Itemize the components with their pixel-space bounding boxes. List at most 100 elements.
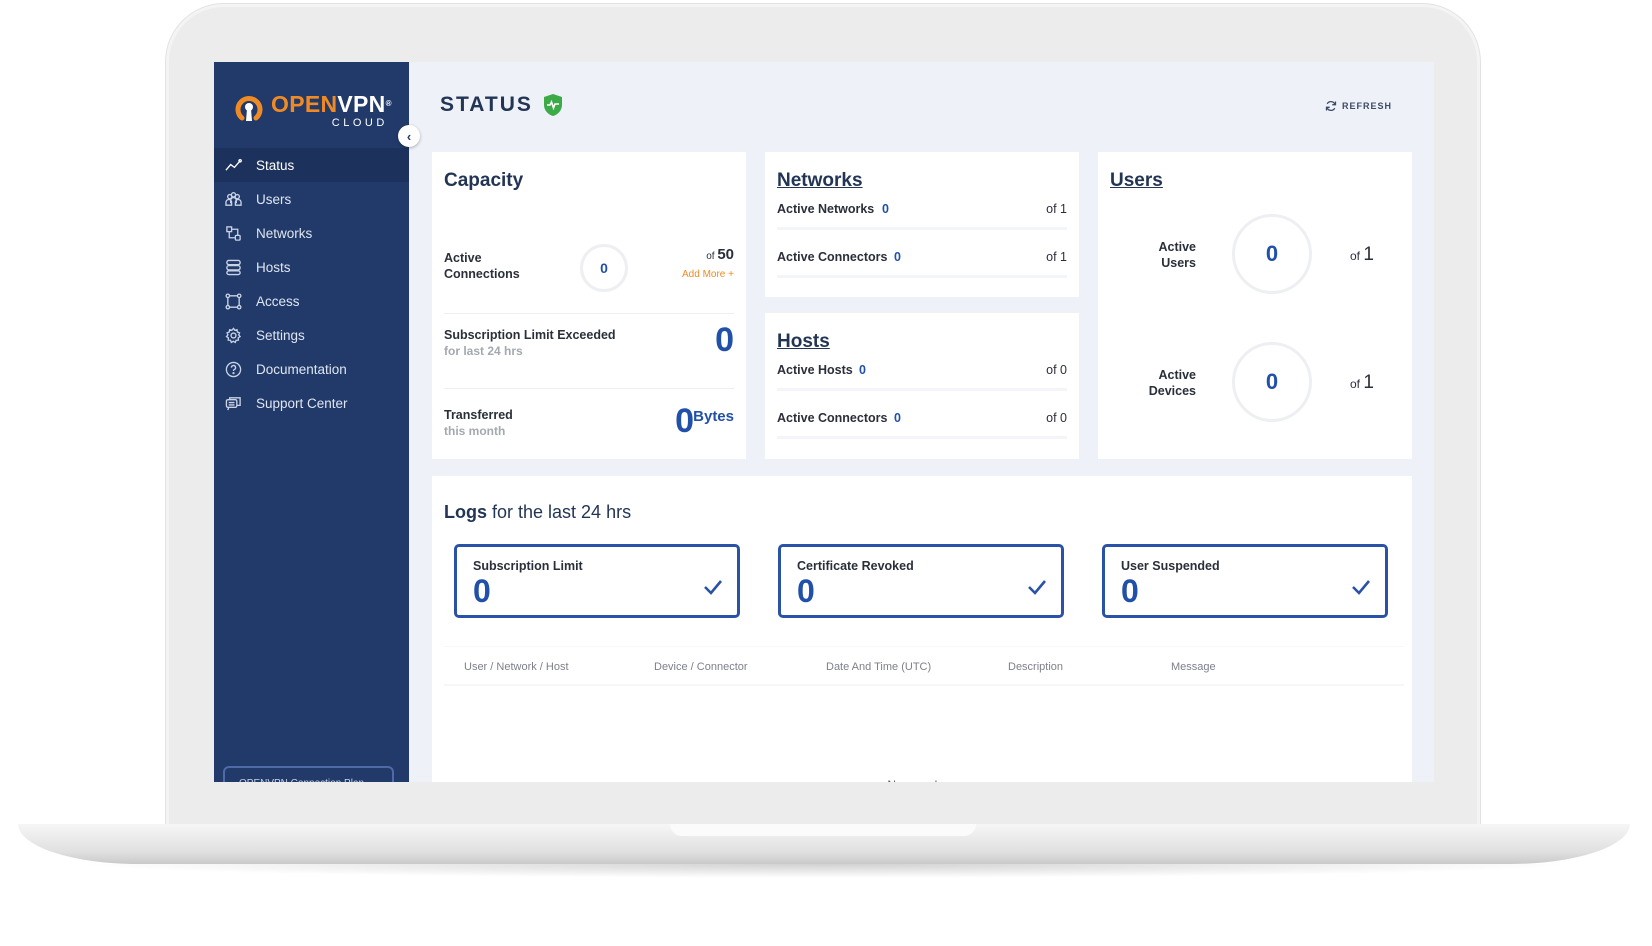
stat-value: 0 bbox=[894, 250, 901, 264]
active-users-gauge: 0 bbox=[1232, 214, 1312, 294]
transferred-row: Transferred this month 0 Bytes bbox=[444, 392, 734, 452]
stat-max: of 0 bbox=[1046, 411, 1067, 425]
users-card: Users Active Users 0 of 1 Active Devices 0… bbox=[1098, 152, 1412, 459]
add-more-link[interactable]: Add More + bbox=[682, 269, 734, 280]
active-users-label: Active Users bbox=[1158, 240, 1196, 270]
logo-registered-mark: ® bbox=[385, 99, 392, 108]
access-icon bbox=[224, 292, 242, 310]
log-box-user-suspended[interactable]: User Suspended 0 bbox=[1102, 544, 1388, 618]
check-icon bbox=[704, 580, 722, 595]
column-header-description[interactable]: Description bbox=[1008, 661, 1063, 673]
transferred-label: Transferred bbox=[444, 408, 513, 422]
openvpn-keyhole-icon bbox=[235, 96, 263, 121]
help-circle-icon bbox=[224, 360, 242, 378]
active-users-row: Active Users 0 of 1 bbox=[1098, 214, 1412, 294]
transferred-sublabel: this month bbox=[444, 424, 506, 438]
logo-open-text: OPEN bbox=[271, 91, 338, 117]
stat-label: Active Connectors bbox=[777, 250, 888, 264]
active-networks-row: Active Networks 0 of 1 bbox=[777, 202, 1067, 230]
refresh-icon bbox=[1325, 100, 1337, 112]
stat-value: 0 bbox=[859, 363, 866, 377]
users-title-link[interactable]: Users bbox=[1110, 170, 1163, 192]
hosts-title-link[interactable]: Hosts bbox=[777, 331, 830, 353]
sidebar-nav: Status Users Networks Hosts Access Setti… bbox=[214, 148, 409, 420]
hosts-card: Hosts Active Hosts 0 of 0 Active Connect… bbox=[765, 313, 1079, 459]
transferred-unit: Bytes bbox=[693, 408, 734, 425]
log-box-certificate-revoked[interactable]: Certificate Revoked 0 bbox=[778, 544, 1064, 618]
page-title: STATUS bbox=[440, 93, 563, 117]
stat-max: of 1 bbox=[1046, 202, 1067, 216]
sidebar-item-label: Support Center bbox=[256, 395, 348, 411]
active-devices-label: Active Devices bbox=[1148, 368, 1196, 398]
stat-max: of 0 bbox=[1046, 363, 1067, 377]
logo-cloud-text: CLOUD bbox=[331, 117, 388, 129]
sidebar-item-status[interactable]: Status bbox=[214, 148, 409, 182]
shield-pulse-icon bbox=[543, 94, 562, 116]
active-devices-max: of 1 bbox=[1350, 372, 1374, 393]
active-connections-label: Active Connections bbox=[444, 251, 520, 281]
transferred-value: 0 bbox=[675, 402, 694, 440]
log-box-value: 0 bbox=[1121, 573, 1139, 609]
openvpn-logo[interactable]: OPENVPN® CLOUD bbox=[234, 92, 392, 129]
column-header-device-connector[interactable]: Device / Connector bbox=[654, 661, 748, 673]
column-header-message[interactable]: Message bbox=[1171, 661, 1216, 673]
refresh-button[interactable]: REFRESH bbox=[1325, 100, 1392, 112]
chat-icon bbox=[224, 394, 242, 412]
stat-value: 0 bbox=[894, 411, 901, 425]
sidebar-item-networks[interactable]: Networks bbox=[214, 216, 409, 250]
sidebar-item-label: Users bbox=[256, 191, 292, 207]
logs-title: Logs for the last 24 hrs bbox=[444, 502, 632, 522]
stat-label: Active Networks bbox=[777, 202, 875, 216]
page-title-text: STATUS bbox=[440, 93, 533, 116]
subscription-limit-row: Subscription Limit Exceeded for last 24 … bbox=[444, 317, 734, 389]
laptop-notch bbox=[670, 824, 976, 836]
sidebar-item-support-center[interactable]: Support Center bbox=[214, 386, 409, 420]
subscription-limit-value: 0 bbox=[715, 321, 734, 359]
active-connections-max: of 50 bbox=[706, 246, 734, 263]
app-screen: OPENVPN® CLOUD Status Users Networks Hos… bbox=[214, 62, 1434, 782]
networks-card: Networks Active Networks 0 of 1 Active C… bbox=[765, 152, 1079, 297]
column-header-user-network-host[interactable]: User / Network / Host bbox=[464, 661, 569, 673]
logs-card: Logs for the last 24 hrs Subscription Li… bbox=[432, 476, 1412, 782]
active-connections-gauge: 0 bbox=[580, 244, 628, 292]
subscription-limit-sublabel: for last 24 hrs bbox=[444, 344, 523, 358]
active-connections-row: Active Connections 0 of 50 Add More + bbox=[444, 244, 734, 314]
sidebar-item-label: Hosts bbox=[256, 259, 291, 275]
collapse-sidebar-button[interactable]: ‹ bbox=[398, 125, 420, 147]
laptop-shadow bbox=[70, 864, 1580, 878]
capacity-title: Capacity bbox=[444, 170, 524, 191]
hosts-icon bbox=[224, 258, 242, 276]
sidebar-item-label: Networks bbox=[256, 225, 313, 241]
stat-max: of 1 bbox=[1046, 250, 1067, 264]
trend-line-icon bbox=[224, 156, 242, 174]
connection-plan-button[interactable]: OPENVPN Connection Plan bbox=[223, 766, 394, 782]
check-icon bbox=[1352, 580, 1370, 595]
log-box-subscription-limit[interactable]: Subscription Limit 0 bbox=[454, 544, 740, 618]
sidebar-item-access[interactable]: Access bbox=[214, 284, 409, 318]
no-logs-message: No error logs bbox=[432, 778, 1412, 782]
main-content: STATUS REFRESH Capacity Active Connection… bbox=[409, 62, 1434, 782]
stat-label: Active Hosts bbox=[777, 363, 853, 377]
sidebar-item-documentation[interactable]: Documentation bbox=[214, 352, 409, 386]
active-connectors-row: Active Connectors 0 of 0 bbox=[777, 411, 1067, 439]
users-icon bbox=[224, 190, 242, 208]
logs-table-header: User / Network / Host Device / Connector… bbox=[444, 646, 1404, 686]
networks-icon bbox=[224, 224, 242, 242]
chevron-left-icon: ‹ bbox=[406, 128, 412, 144]
log-box-label: Subscription Limit bbox=[473, 559, 583, 573]
active-users-max: of 1 bbox=[1350, 244, 1374, 265]
subscription-limit-label: Subscription Limit Exceeded bbox=[444, 328, 616, 342]
stat-label: Active Connectors bbox=[777, 411, 888, 425]
sidebar-item-label: Access bbox=[256, 293, 300, 309]
networks-title-link[interactable]: Networks bbox=[777, 170, 863, 192]
column-header-date-time[interactable]: Date And Time (UTC) bbox=[826, 661, 931, 673]
active-devices-row: Active Devices 0 of 1 bbox=[1098, 342, 1412, 422]
log-box-value: 0 bbox=[473, 573, 491, 609]
capacity-card: Capacity Active Connections 0 of 50 Add M… bbox=[432, 152, 746, 459]
check-icon bbox=[1028, 580, 1046, 595]
sidebar-item-settings[interactable]: Settings bbox=[214, 318, 409, 352]
sidebar-item-hosts[interactable]: Hosts bbox=[214, 250, 409, 284]
stat-value: 0 bbox=[882, 202, 889, 216]
sidebar-item-users[interactable]: Users bbox=[214, 182, 409, 216]
refresh-label: REFRESH bbox=[1341, 101, 1392, 111]
